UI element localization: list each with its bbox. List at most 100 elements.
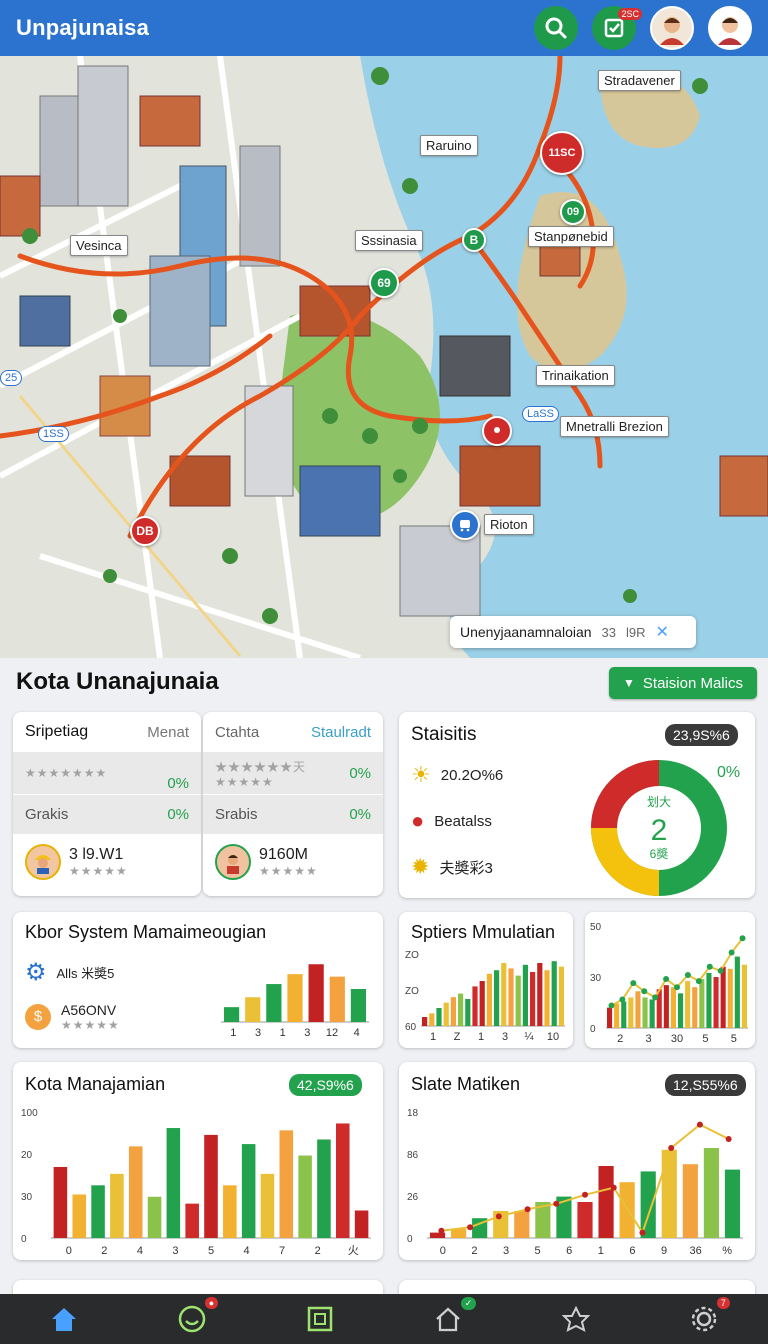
x-tick-label: 2 (315, 1245, 321, 1256)
map-pin-69[interactable]: 69 (369, 268, 399, 298)
y-tick-label: 30 (590, 973, 602, 984)
x-tick-label: 30 (671, 1033, 683, 1044)
y-tick-label: 0 (590, 1024, 596, 1035)
bar (185, 1203, 199, 1238)
bar (640, 1171, 656, 1238)
x-tick-label: 火 (348, 1245, 359, 1256)
bar (514, 1211, 530, 1238)
bar (727, 968, 733, 1028)
rating-stars: ★★★★★ (215, 774, 274, 789)
card1-row1-value: 0% (167, 774, 189, 792)
nav-badge-settings: 7 (716, 1297, 730, 1309)
statistics-title: Staisitis (411, 724, 477, 745)
map-pin-09[interactable]: 09 (560, 199, 586, 225)
bar (429, 1013, 435, 1026)
x-tick-label: 4 (354, 1027, 360, 1038)
map-label-vesinca[interactable]: Vesinca (70, 235, 128, 256)
x-tick-label: 10 (547, 1031, 559, 1042)
coin-icon: $ (25, 1004, 51, 1030)
map-tag-25[interactable]: 25 (0, 370, 23, 386)
top-app-bar: Unpajunaisa 2SC (0, 0, 768, 56)
data-point (630, 980, 637, 987)
map-label-stanponebid[interactable]: Stanpønebid (528, 226, 614, 247)
data-point (524, 1206, 531, 1213)
search-button[interactable] (534, 6, 578, 50)
nav-home[interactable] (0, 1294, 128, 1344)
nav-compose[interactable] (256, 1294, 384, 1344)
system-management-card[interactable]: Kbor System Mamaimeougian ⚙ Alls 米奬5 $ A… (13, 912, 383, 1048)
bar (436, 1008, 442, 1026)
map-label-stradavener[interactable]: Stradavener (598, 70, 681, 91)
bar-chart-simulation: ZO ZO 60 1 Z 1 3 ¼ 10 (405, 950, 565, 1042)
stat-card-2[interactable]: Ctahta Staulradt ★★★★★★天 ★★★★★ 0% Srabis… (203, 712, 383, 896)
map-label-sssinasia[interactable]: Sssinasia (355, 230, 423, 251)
map-pin-db[interactable]: DB (130, 516, 160, 546)
kota-management-card[interactable]: Kota Manajamian 42,S9%6 100 20 30 0 0 2 4 3 5 4 7 2… (13, 1062, 383, 1260)
simulation-card[interactable]: Sptiers Mmulatian ZO ZO 60 1 Z 1 3 ¼ 10 (399, 912, 573, 1048)
map-label-trinaikation[interactable]: Trinaikation (536, 365, 615, 386)
y-tick-label: ZO (405, 950, 419, 961)
map-info-bubble[interactable]: Unenyjaanamnaloian 33 l9R ✕ (450, 616, 696, 648)
data-point (619, 996, 626, 1003)
bar (354, 1210, 369, 1238)
search-icon (545, 17, 567, 39)
x-tick-label: 3 (172, 1245, 178, 1256)
data-point (438, 1227, 445, 1234)
statistics-card[interactable]: Staisitis 23,9S%6 ☀ 20.2O%6 ● Beatalss ✹… (399, 712, 755, 898)
nav-settings[interactable]: 7 (640, 1294, 768, 1344)
bar (110, 1173, 124, 1238)
map-label-raruino[interactable]: Raruino (420, 135, 478, 156)
nav-smile[interactable]: ● (128, 1294, 256, 1344)
legend-text: 夫奬彩3 (439, 859, 493, 877)
card2-title: Ctahta (215, 723, 260, 741)
map-label-mnetralli[interactable]: Mnetralli Brezion (560, 416, 669, 437)
x-tick-label: 0 (66, 1245, 72, 1256)
y-tick-label: 60 (405, 1022, 417, 1033)
location-pin-icon (494, 427, 500, 433)
map-pin-b[interactable]: B (462, 228, 486, 252)
transit-icon (460, 520, 470, 532)
y-tick-label: 18 (407, 1108, 419, 1119)
stat-card-1[interactable]: Sripetiag Menat ★★★★★★★ 0% Grakis 0% 3 l… (13, 712, 201, 896)
state-metrics-title: Slate Matiken (411, 1074, 521, 1094)
bar (703, 1148, 719, 1238)
nav-inspection[interactable] (512, 1294, 640, 1344)
bar (685, 981, 691, 1028)
nav-catalog[interactable]: ✓ (384, 1294, 512, 1344)
x-tick-label: 3 (503, 1245, 509, 1256)
card2-tag: Staulradt (310, 723, 371, 741)
close-icon[interactable]: ✕ (656, 622, 669, 642)
trend-card[interactable]: 50 30 0 2 3 30 5 5 (585, 912, 755, 1048)
bubble-unit: l9R (626, 624, 646, 640)
y-tick-label: 0 (407, 1234, 413, 1245)
user-avatar-1[interactable] (650, 6, 694, 50)
donut-chart: 划大 2 6奬 (591, 760, 727, 896)
state-metrics-card[interactable]: Slate Matiken 12,S55%6 18 86 26 0 0 2 3 5 6 1 6 9 36… (399, 1062, 755, 1260)
bar-line-chart-state: 18 86 26 0 0 2 3 5 6 1 6 9 36% (407, 1108, 743, 1256)
notifications-button[interactable]: 2SC (592, 6, 642, 50)
donut-label-bottom: 6奬 (650, 846, 669, 861)
x-tick-label: % (722, 1245, 732, 1256)
x-tick-label: 6 (629, 1245, 635, 1256)
data-point (728, 949, 735, 956)
bar (661, 1149, 677, 1238)
nav-badge-catalog: ✓ (460, 1297, 477, 1310)
user-avatar-2[interactable] (708, 6, 752, 50)
bar (642, 997, 648, 1028)
map-location-pin[interactable] (482, 416, 512, 446)
map-label-rioton[interactable]: Rioton (484, 514, 534, 535)
bubble-text: Unenyjaanamnaloian (460, 624, 592, 640)
map-tag-lass[interactable]: LaSS (522, 406, 559, 422)
city-map[interactable]: Stradavener Raruino Vesinca Sssinasia St… (0, 56, 768, 658)
data-point (639, 1229, 646, 1236)
map-tag-1ss[interactable]: 1SS (38, 426, 69, 442)
inbox-icon (604, 18, 624, 38)
bar (670, 987, 677, 1028)
map-pin-11sc[interactable]: 11SC (540, 131, 584, 175)
bar (298, 1155, 312, 1238)
map-transit-pin[interactable] (450, 510, 480, 540)
bar (72, 1194, 87, 1238)
data-point (610, 1184, 617, 1191)
x-tick-label: 3 (255, 1027, 261, 1038)
station-metrics-button[interactable]: ▼ Staision Malics (609, 667, 757, 699)
